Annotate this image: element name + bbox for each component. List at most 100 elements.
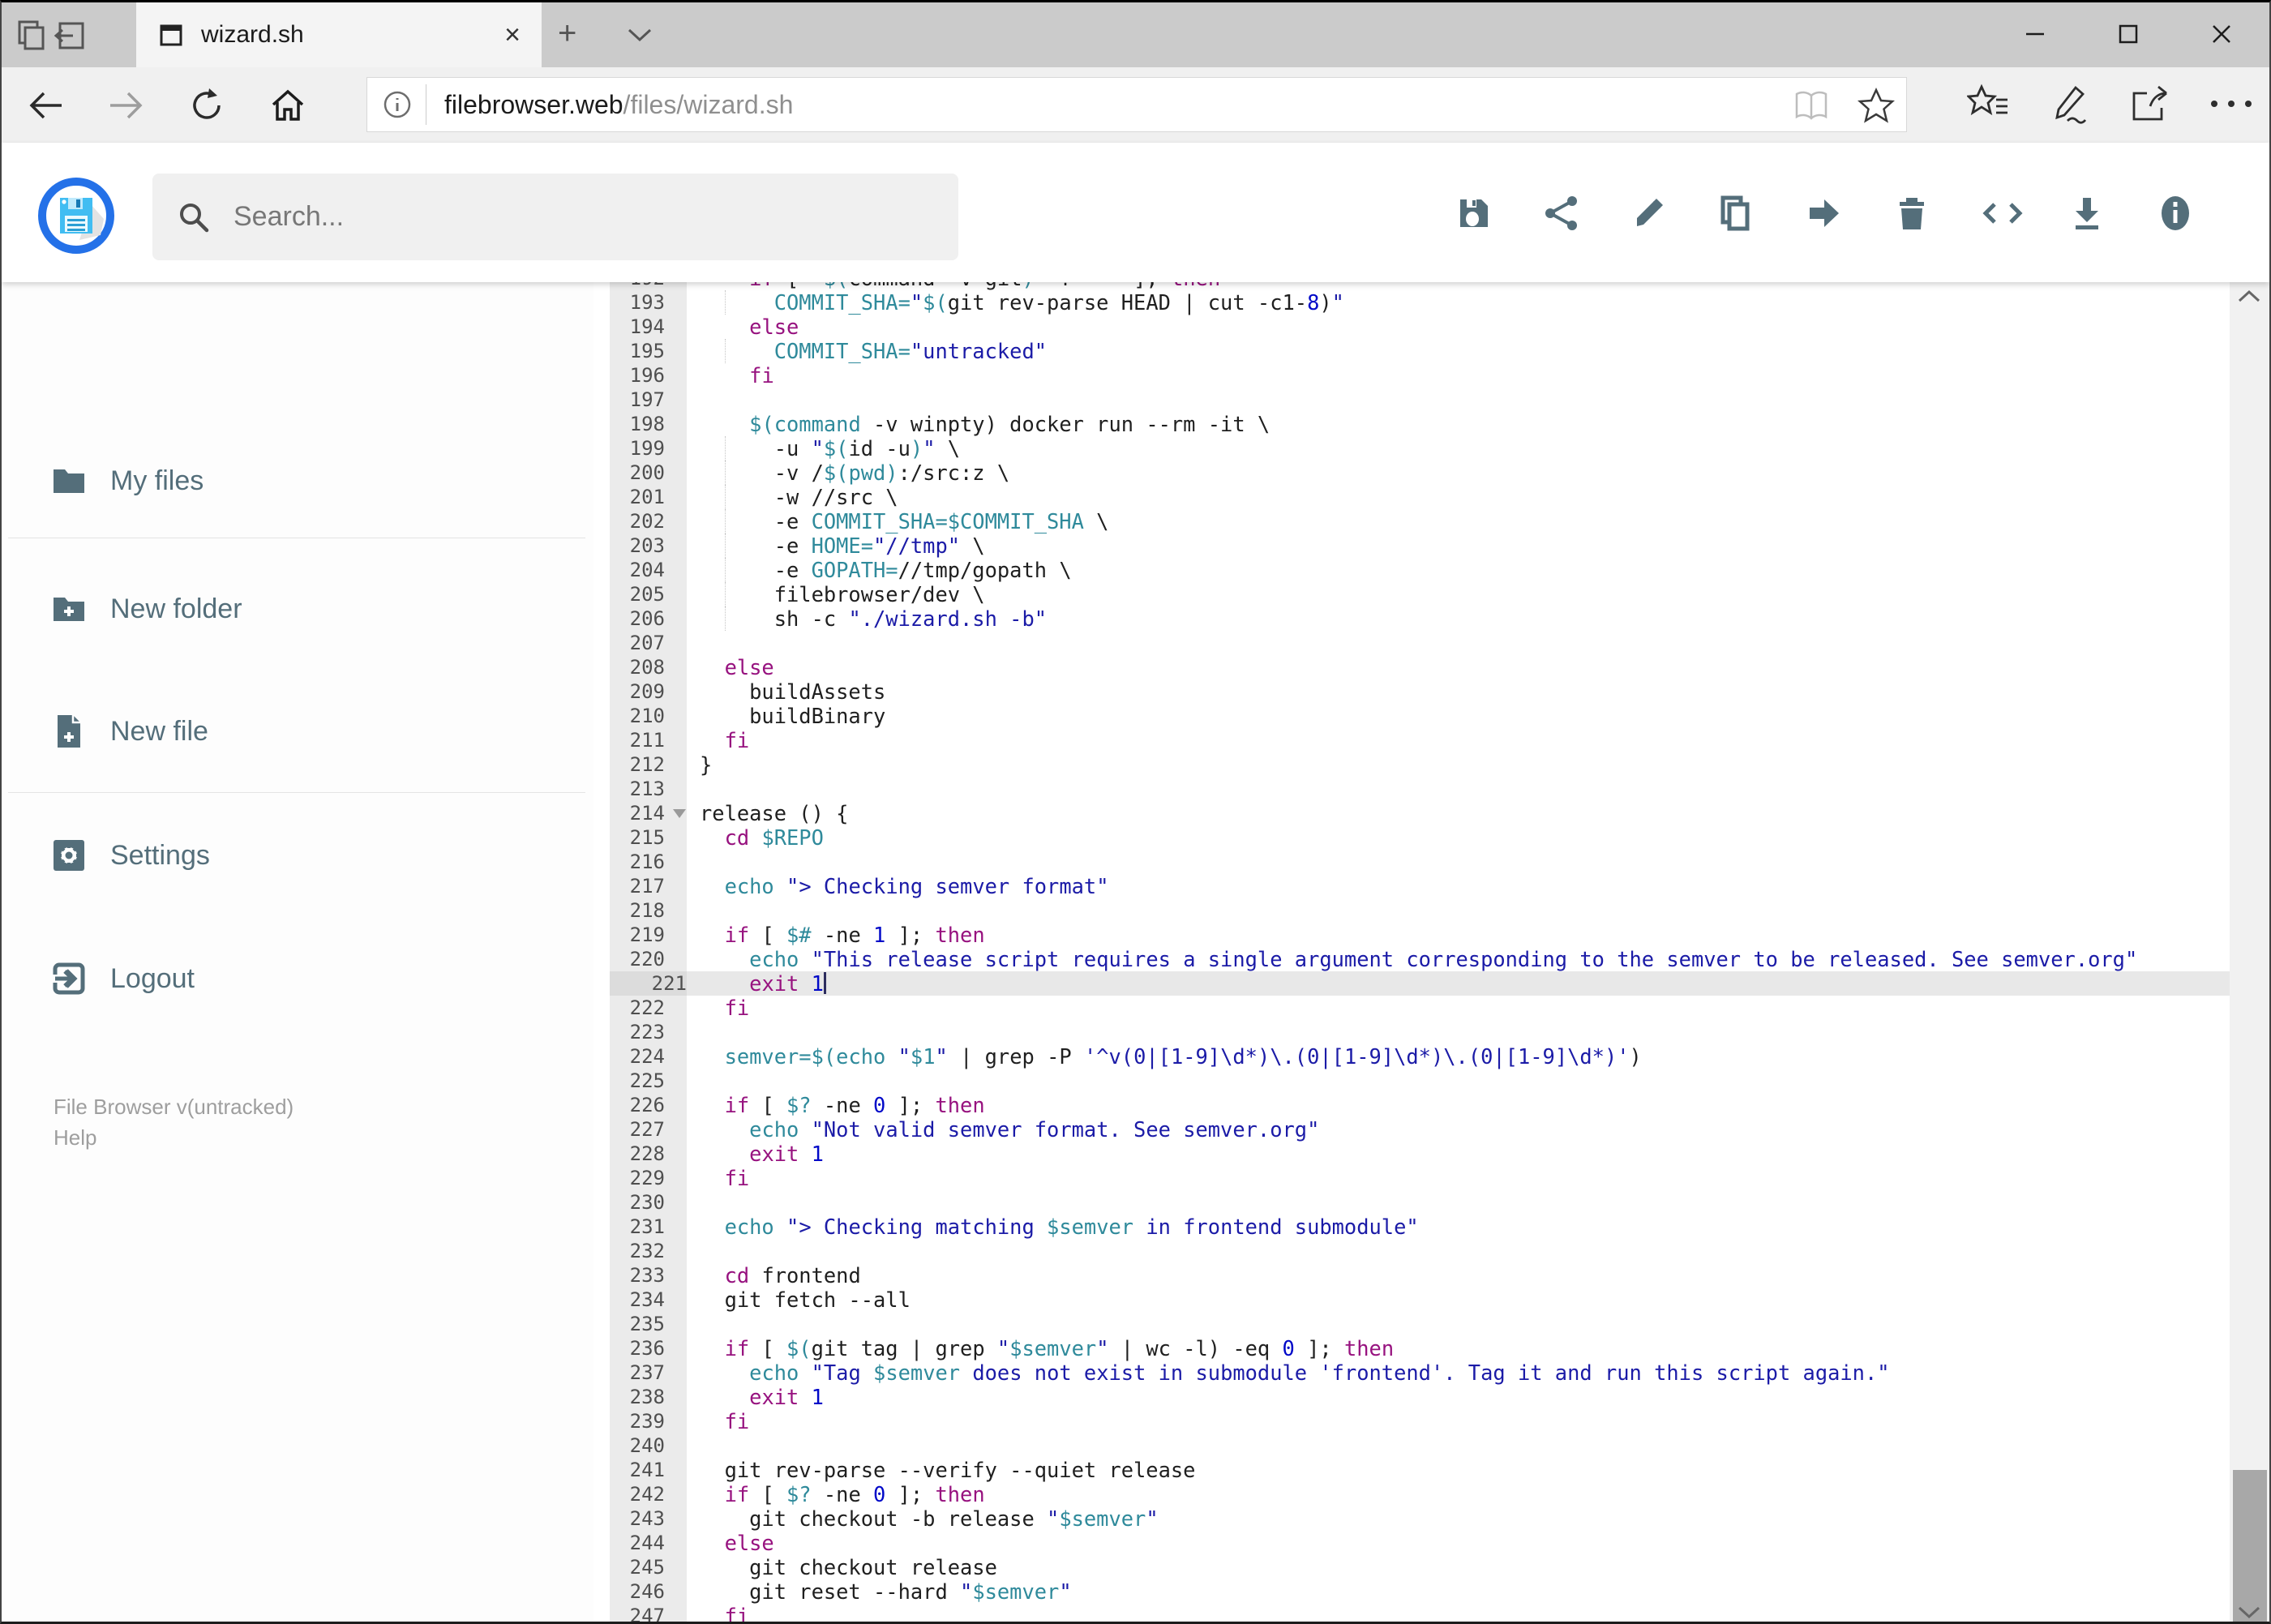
code-token: does not exist in submodule 'frontend'. … <box>960 1360 1890 1385</box>
code-line[interactable]: git reset --hard "$semver" <box>700 1579 1071 1604</box>
code-line[interactable]: cd frontend <box>700 1263 861 1288</box>
scrollbar[interactable] <box>2230 282 2269 1622</box>
hub-favorites-icon[interactable] <box>1967 84 2009 124</box>
code-line[interactable]: fi <box>700 363 774 388</box>
code-line[interactable]: cd $REPO <box>700 825 824 850</box>
line-number: 234 <box>629 1288 665 1311</box>
code-line[interactable]: -v /$(pwd):/src:z \ <box>700 461 1009 485</box>
sidebar-item-new-file[interactable]: New file <box>2 695 593 768</box>
copy-icon[interactable] <box>1716 195 1754 232</box>
code-line[interactable]: git rev-parse --verify --quiet release <box>700 1458 1196 1482</box>
line-number: 210 <box>629 705 665 727</box>
code-line[interactable]: -e HOME="//tmp" \ <box>700 533 985 558</box>
code-line[interactable]: $(command -v winpty) docker run --rm -it… <box>700 412 1270 436</box>
sidebar-item-settings[interactable]: Settings <box>2 819 593 892</box>
code-line[interactable]: -e GOPATH=//tmp/gopath \ <box>700 558 1072 582</box>
help-link[interactable]: Help <box>54 1125 96 1151</box>
sidebar-item-logout[interactable]: Logout <box>2 942 593 1015</box>
code-line[interactable]: exit 1 <box>700 1142 824 1166</box>
code-line[interactable]: echo "Not valid semver format. See semve… <box>700 1117 1319 1142</box>
code-line[interactable]: echo "> Checking matching $semver in fro… <box>700 1215 1419 1239</box>
code-line[interactable]: exit 1 <box>700 971 824 996</box>
code-line[interactable]: echo "This release script requires a sin… <box>700 947 2137 971</box>
more-options-icon[interactable] <box>2209 98 2254 109</box>
close-window-button[interactable] <box>2185 2 2258 66</box>
code-line[interactable]: release () { <box>700 801 848 825</box>
code-line[interactable]: -w //src \ <box>700 485 898 509</box>
code-line[interactable]: semver=$(echo "$1" | grep -P '^v(0|[1-9]… <box>700 1044 1642 1069</box>
code-line[interactable]: echo "> Checking semver format" <box>700 874 1109 898</box>
tab-list-chevron-icon[interactable] <box>626 27 653 45</box>
code-line[interactable]: else <box>700 315 799 339</box>
back-icon[interactable] <box>26 85 66 126</box>
tab-preview-icon[interactable] <box>13 17 50 54</box>
sidebar-item-my-files[interactable]: My files <box>2 444 593 517</box>
set-tabs-aside-icon[interactable] <box>52 17 89 54</box>
download-icon[interactable] <box>2068 195 2106 232</box>
code-line[interactable]: if [ $? -ne 0 ]; then <box>700 1482 985 1506</box>
code-line[interactable]: if [ $(git tag | grep "$semver" | wc -l)… <box>700 1336 1395 1360</box>
code-token: [ <box>774 282 812 290</box>
code-line[interactable]: git checkout release <box>700 1555 997 1579</box>
fold-arrow-icon[interactable] <box>673 809 686 818</box>
sidebar-item-new-folder[interactable]: New folder <box>2 572 593 645</box>
scroll-down-icon[interactable] <box>2237 1605 2261 1620</box>
code-line[interactable]: buildBinary <box>700 704 885 728</box>
line-number: 226 <box>629 1094 665 1116</box>
code-line[interactable]: git checkout -b release "$semver" <box>700 1506 1159 1531</box>
code-line[interactable]: -e COMMIT_SHA=$COMMIT_SHA \ <box>700 509 1109 533</box>
share-page-icon[interactable] <box>2129 84 2171 124</box>
code-line[interactable]: COMMIT_SHA="untracked" <box>700 339 1047 363</box>
maximize-button[interactable] <box>2092 2 2165 66</box>
line-number: 198 <box>629 413 665 435</box>
favorite-star-icon[interactable] <box>1858 88 1895 123</box>
refresh-icon[interactable] <box>186 85 227 126</box>
forward-icon[interactable] <box>105 85 146 126</box>
code-line[interactable]: sh -c "./wizard.sh -b" <box>700 606 1047 631</box>
scrollbar-thumb[interactable] <box>2233 1470 2267 1622</box>
browser-tab[interactable]: wizard.sh × <box>136 2 542 67</box>
save-icon[interactable] <box>1455 195 1493 232</box>
code-line[interactable]: fi <box>700 1604 750 1622</box>
code-line[interactable]: filebrowser/dev \ <box>700 582 985 606</box>
tab-close-icon[interactable]: × <box>504 19 521 51</box>
code-token: else <box>749 315 799 339</box>
code-line[interactable]: buildAssets <box>700 679 885 704</box>
annotate-pen-icon[interactable] <box>2048 84 2090 126</box>
code-line[interactable]: echo "Tag $semver does not exist in subm… <box>700 1360 1890 1385</box>
edit-icon[interactable] <box>1630 195 1667 232</box>
filebrowser-logo[interactable] <box>37 177 115 255</box>
search-input[interactable]: Search... <box>152 174 958 260</box>
share-icon[interactable] <box>1543 195 1580 232</box>
code-token: COMMIT_SHA= <box>773 290 911 315</box>
code-line[interactable]: else <box>700 1531 774 1555</box>
url-bar[interactable]: filebrowser.web/files/wizard.sh <box>366 77 1907 132</box>
info-icon[interactable] <box>2157 195 2194 232</box>
delete-icon[interactable] <box>1893 195 1930 232</box>
code-line[interactable]: fi <box>700 1409 750 1433</box>
code-line[interactable]: exit 1 <box>700 1385 824 1409</box>
move-icon[interactable] <box>1805 195 1842 232</box>
code-line[interactable]: if [ "$(command -v git)" != "" ]; then <box>700 282 1220 290</box>
code-line[interactable]: } <box>700 752 712 777</box>
code-token: ) <box>1022 282 1034 290</box>
code-line[interactable]: COMMIT_SHA="$(git rev-parse HEAD | cut -… <box>700 290 1344 315</box>
code-line[interactable]: fi <box>700 728 750 752</box>
code-line[interactable]: else <box>700 655 774 679</box>
code-line[interactable]: fi <box>700 996 750 1020</box>
new-tab-button[interactable]: + <box>558 15 576 52</box>
code-line[interactable]: fi <box>700 1166 750 1190</box>
code-editor[interactable]: 1921931941951961971981992002012022032042… <box>593 282 2269 1622</box>
reading-view-icon[interactable] <box>1793 89 1830 122</box>
code-line[interactable]: if [ $? -ne 0 ]; then <box>700 1093 985 1117</box>
minimize-button[interactable] <box>1999 2 2072 66</box>
site-info-icon[interactable] <box>380 88 414 122</box>
code-line[interactable]: git fetch --all <box>700 1288 911 1312</box>
code-line[interactable]: if [ $# -ne 1 ]; then <box>700 923 985 947</box>
code-line[interactable]: -u "$(id -u)" \ <box>700 436 960 461</box>
home-icon[interactable] <box>268 85 308 126</box>
code-icon[interactable] <box>1982 195 2023 232</box>
scroll-up-icon[interactable] <box>2237 289 2261 303</box>
